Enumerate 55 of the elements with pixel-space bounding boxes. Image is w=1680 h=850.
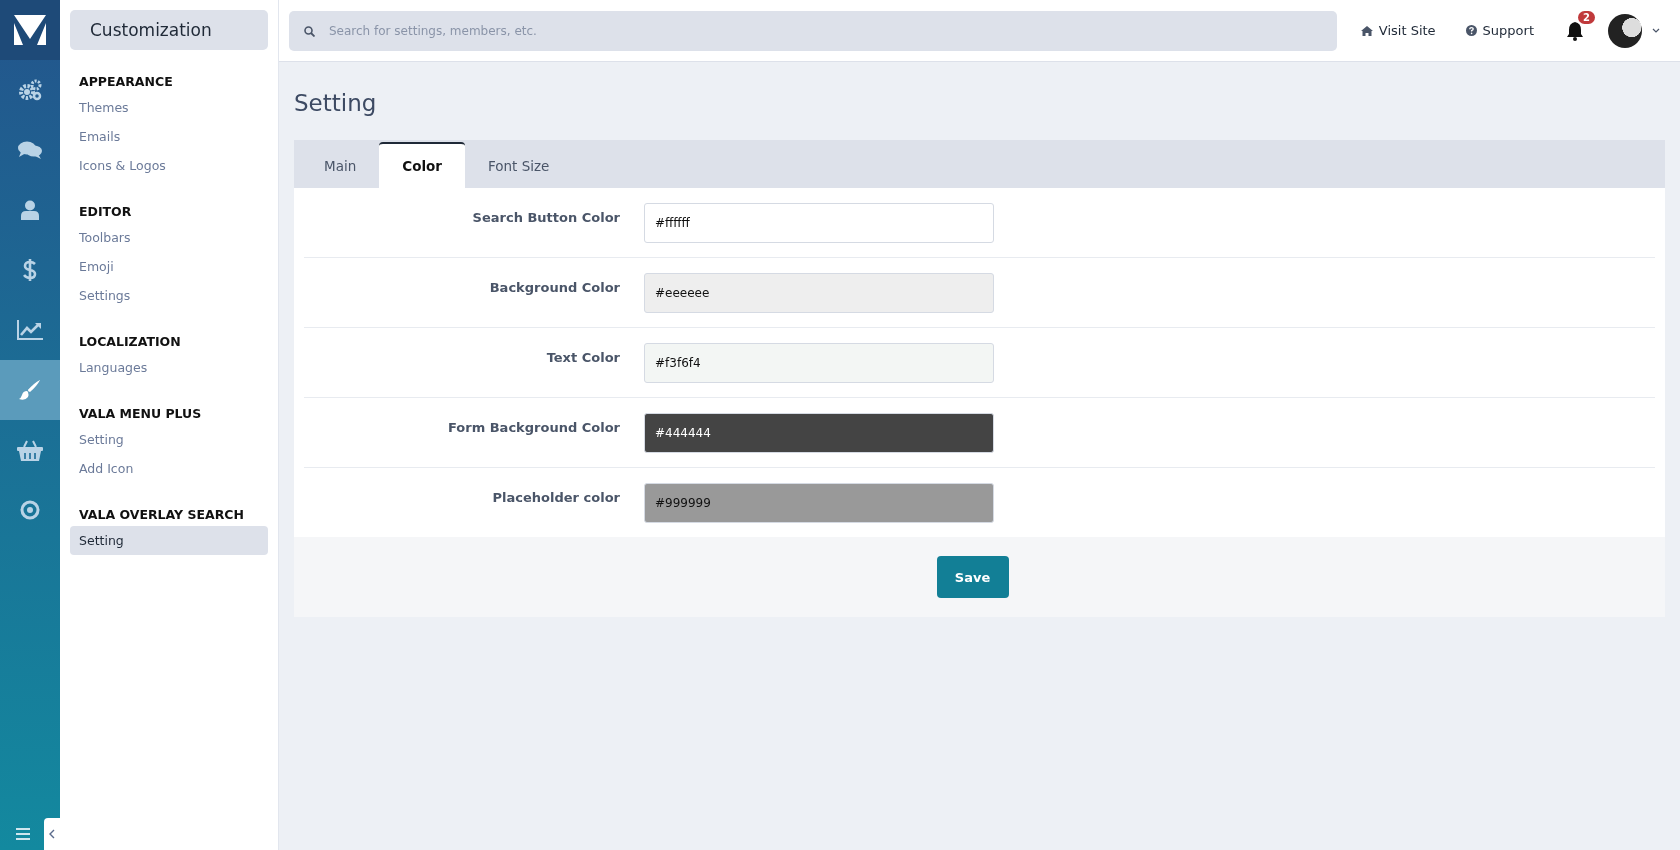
sidebar-item[interactable]: Toolbars: [70, 223, 268, 252]
sidebar-title: Customization: [70, 10, 268, 50]
section-heading: VALA MENU PLUS: [78, 405, 203, 423]
nav-rail-item[interactable]: [0, 360, 60, 420]
color-field[interactable]: #444444: [644, 412, 994, 453]
help-icon: [1465, 25, 1477, 36]
search-icon: [304, 25, 315, 37]
logo-icon: [14, 15, 46, 45]
field-label: Background Color: [488, 280, 621, 295]
notification-badge: 2: [1578, 10, 1595, 24]
chevron-left-icon: [49, 829, 55, 839]
sidebar-item[interactable]: Emails: [70, 122, 268, 151]
section-heading: VALA OVERLAY SEARCH: [78, 506, 245, 524]
page-title: Setting: [294, 90, 378, 116]
section-heading: LOCALIZATION: [78, 333, 182, 351]
basket-icon: [17, 439, 43, 461]
sidebar-item[interactable]: Themes: [70, 93, 268, 122]
tab[interactable]: Font Size: [465, 142, 573, 188]
chart-icon: [17, 320, 43, 340]
chat-icon: [18, 140, 42, 160]
menu-icon[interactable]: [16, 828, 30, 840]
search-field[interactable]: Search for settings, members, etc.: [289, 10, 1337, 51]
brush-icon: [19, 379, 41, 401]
field-label: Text Color: [545, 350, 621, 365]
sidebar-item[interactable]: Emoji: [70, 252, 268, 281]
section-heading: APPEARANCE: [78, 73, 174, 91]
tab[interactable]: Color: [379, 142, 465, 188]
sidebar-item[interactable]: Icons & Logos: [70, 151, 268, 180]
color-field[interactable]: #ffffff: [644, 202, 994, 243]
caret-icon[interactable]: [1652, 28, 1660, 33]
logo-tile[interactable]: [0, 0, 60, 60]
avatar[interactable]: [1608, 13, 1642, 48]
color-field[interactable]: #f3f6f4: [644, 342, 994, 383]
tab[interactable]: Main: [301, 142, 380, 188]
sidebar-item[interactable]: Setting: [70, 425, 268, 454]
dollar-icon: [23, 258, 37, 282]
sidebar-item[interactable]: Settings: [70, 281, 268, 310]
target-icon: [20, 500, 40, 520]
home-icon: [1360, 25, 1373, 36]
sidebar-item[interactable]: Add Icon: [70, 454, 268, 483]
section-heading: EDITOR: [78, 203, 133, 221]
field-label: Search Button Color: [471, 210, 621, 225]
collapse-tab[interactable]: [44, 818, 60, 850]
sidebar-item[interactable]: Setting: [70, 526, 268, 555]
bell-icon[interactable]: [1566, 20, 1584, 41]
color-field[interactable]: #999999: [644, 482, 994, 523]
color-field[interactable]: #eeeeee: [644, 272, 994, 313]
field-label: Form Background Color: [446, 420, 621, 435]
save-button[interactable]: Save: [936, 556, 1009, 598]
top-link[interactable]: Support: [1465, 23, 1534, 38]
gears-icon: [18, 79, 42, 101]
field-label: Placeholder color: [491, 490, 621, 505]
top-link[interactable]: Visit Site: [1360, 23, 1436, 38]
user-icon: [21, 200, 39, 220]
sidebar-item[interactable]: Languages: [70, 353, 268, 382]
